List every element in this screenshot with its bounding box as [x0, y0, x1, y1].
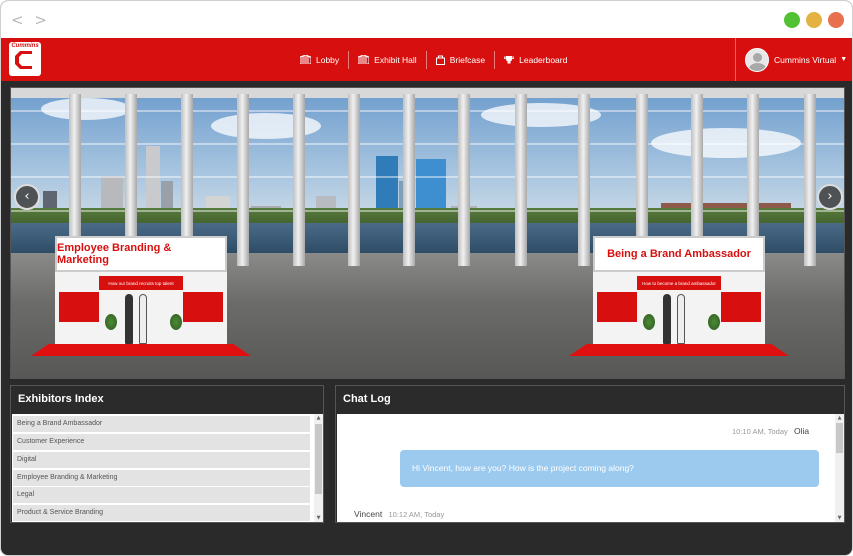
booth-banner: How our brand recruits top talent — [99, 276, 183, 290]
message-time: 10:12 AM, Today — [388, 510, 445, 519]
chat-log-title: Chat Log — [343, 393, 391, 405]
booth-banner: How to become a brand ambassador — [637, 276, 721, 290]
briefcase-icon — [435, 55, 445, 65]
chevron-down-icon: ▼ — [840, 56, 848, 63]
building-icon — [358, 55, 370, 64]
nav-lobby-label: Lobby — [316, 54, 340, 65]
scrollbar-thumb[interactable] — [315, 424, 322, 494]
chat-messages: 10:10 AM, Today Olia Hi Vincent, how are… — [337, 414, 844, 522]
user-menu[interactable]: Cummins Virtual ▼ — [735, 38, 852, 81]
nav-leaderboard-label: Leaderboard — [519, 54, 568, 65]
message-sender: Olia — [794, 426, 810, 436]
chat-log-panel: Chat Log 10:10 AM, Today Olia Hi Vincent… — [335, 385, 845, 523]
list-item[interactable]: Product & Service Branding — [13, 505, 310, 521]
scroll-down-icon[interactable]: ▼ — [314, 514, 323, 522]
avatar — [745, 47, 769, 72]
scene-prev-button[interactable]: ‹ — [14, 184, 40, 210]
list-item[interactable]: Digital — [13, 452, 310, 468]
user-name: Cummins Virtual — [774, 54, 837, 65]
nav-leaderboard[interactable]: Leaderboard — [495, 51, 576, 69]
booth-title: Being a Brand Ambassador — [593, 236, 765, 272]
message-time: 10:10 AM, Today — [732, 427, 788, 436]
building-icon — [300, 55, 311, 64]
window-close-button[interactable] — [828, 12, 844, 28]
main-nav: Lobby Exhibit Hall Briefcase Leaderboard — [291, 38, 576, 81]
browser-nav: < > — [11, 11, 50, 29]
nav-exhibit-hall-label: Exhibit Hall — [374, 54, 417, 65]
logo-mark-icon — [15, 51, 32, 69]
scene-next-button[interactable]: › — [817, 184, 843, 210]
scroll-up-icon[interactable]: ▲ — [314, 414, 323, 422]
window-maximize-button[interactable] — [784, 12, 800, 28]
list-item[interactable]: Customer Experience — [13, 434, 310, 450]
scroll-up-icon[interactable]: ▲ — [835, 414, 844, 422]
back-arrow-icon[interactable]: < — [11, 11, 27, 29]
trophy-icon — [504, 56, 515, 64]
message-meta: 10:10 AM, Today Olia — [732, 426, 809, 436]
window-minimize-button[interactable] — [806, 12, 822, 28]
forward-arrow-icon[interactable]: > — [34, 11, 50, 29]
chat-scrollbar[interactable]: ▲ ▼ — [835, 414, 844, 522]
app-header: Cummins Lobby Exhibit Hall Briefcase Lea… — [1, 38, 852, 81]
scrollbar-thumb[interactable] — [836, 423, 843, 453]
exhibit-hall-scene: How our brand recruits top talent Employ… — [10, 87, 845, 379]
exhibitors-list: Being a Brand Ambassador Customer Experi… — [12, 414, 323, 522]
list-item[interactable]: Legal — [13, 487, 310, 503]
nav-lobby[interactable]: Lobby — [291, 50, 350, 69]
cummins-logo[interactable]: Cummins — [9, 42, 41, 76]
message-sender: Vincent — [354, 509, 383, 519]
booth-brand-ambassador[interactable]: How to become a brand ambassador Being a… — [569, 236, 789, 356]
nav-briefcase[interactable]: Briefcase — [427, 50, 496, 69]
browser-titlebar: < > — [1, 1, 852, 38]
chat-bubble: Hi Vincent, how are you? How is the proj… — [400, 450, 819, 487]
nav-briefcase-label: Briefcase — [449, 54, 486, 65]
booth-employee-branding[interactable]: How our brand recruits top talent Employ… — [31, 236, 251, 356]
nav-exhibit-hall[interactable]: Exhibit Hall — [349, 50, 427, 69]
list-item[interactable]: Employee Branding & Marketing — [13, 470, 310, 486]
booth-title: Employee Branding & Marketing — [55, 236, 227, 272]
browser-window: < > Cummins Lobby Exhibit Hall Briefcase… — [0, 0, 853, 556]
exhibitors-scrollbar[interactable]: ▲ ▼ — [314, 414, 323, 522]
list-item[interactable]: Being a Brand Ambassador — [13, 416, 310, 432]
exhibitors-index-title: Exhibitors Index — [18, 393, 104, 405]
scroll-down-icon[interactable]: ▼ — [835, 514, 844, 522]
exhibitors-index-panel: Exhibitors Index Being a Brand Ambassado… — [10, 385, 324, 523]
message-meta: Vincent 10:12 AM, Today — [354, 509, 444, 519]
